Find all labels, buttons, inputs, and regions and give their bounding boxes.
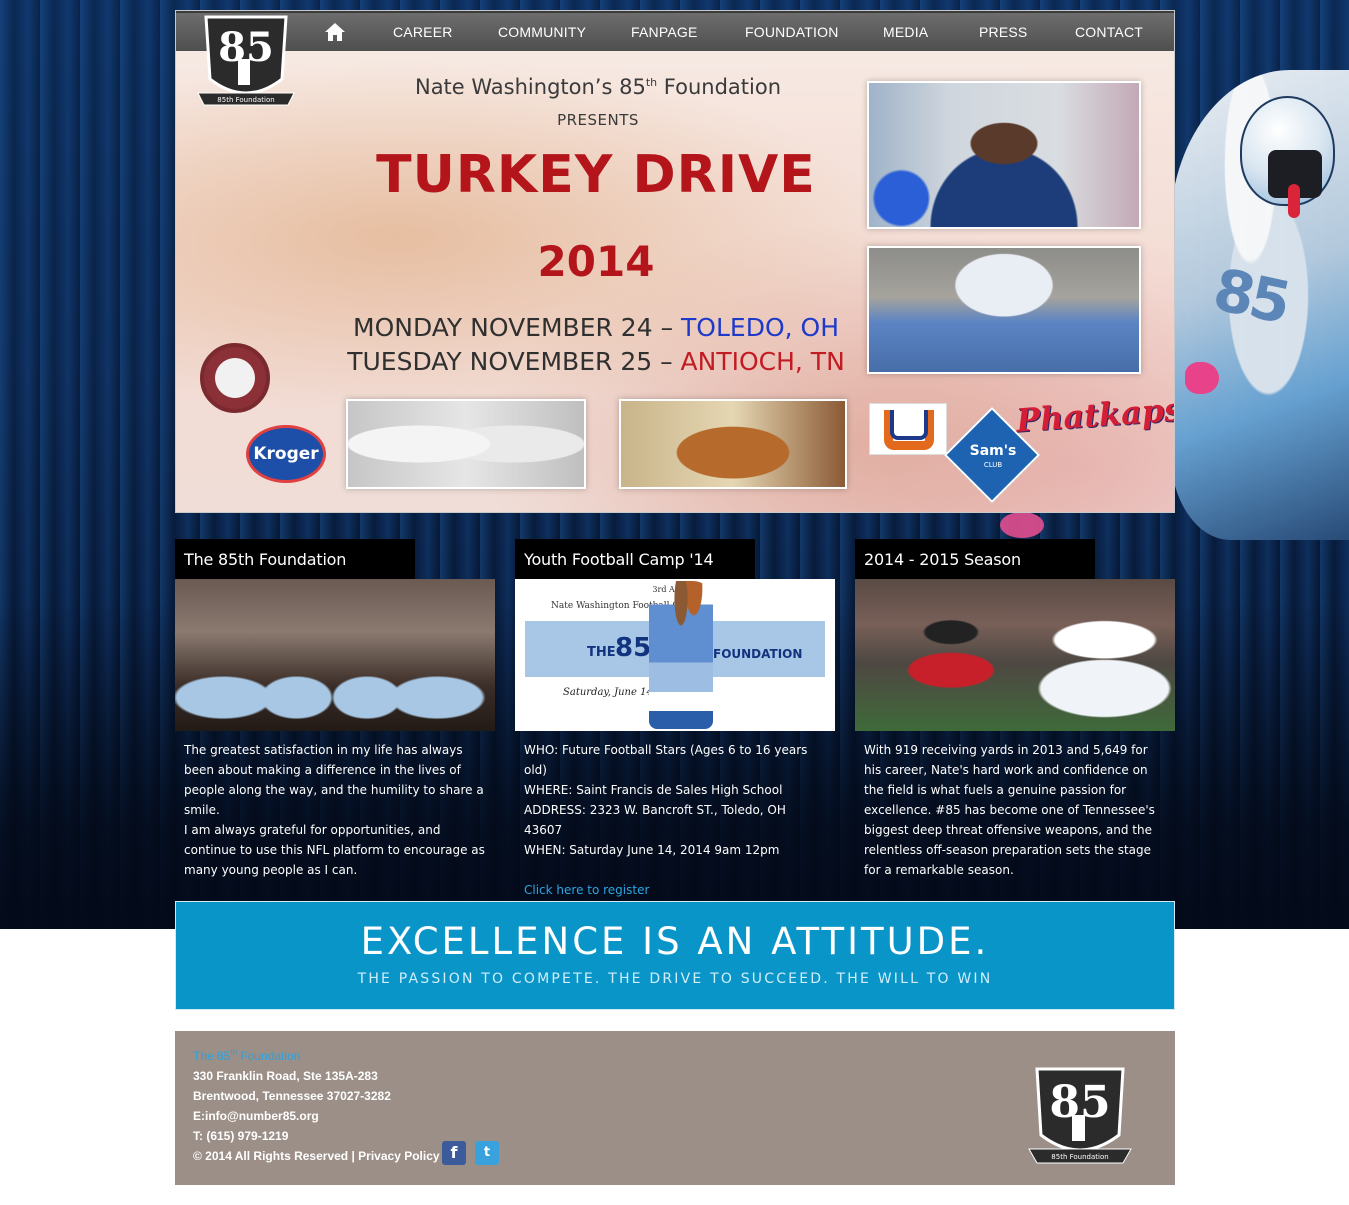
- player-jersey-number: 85: [1207, 255, 1293, 337]
- column-body: With 919 receiving yards in 2013 and 5,6…: [864, 743, 1155, 877]
- hero-presents: PRESENTS: [557, 111, 639, 129]
- nav-media[interactable]: MEDIA: [883, 24, 928, 40]
- home-icon[interactable]: [324, 22, 346, 42]
- footer-logo: 85 85th Foundation: [1028, 1067, 1132, 1164]
- footer-address-line2: Brentwood, Tennessee 37027-3282: [193, 1089, 391, 1103]
- column-heading: The 85th Foundation: [175, 539, 415, 579]
- hero-date-toledo: MONDAY NOVEMBER 24 – TOLEDO, OH: [353, 313, 839, 342]
- footer: The 85th Foundation 330 Franklin Road, S…: [175, 1031, 1175, 1185]
- footer-phone: T: (615) 979-1219: [193, 1129, 289, 1143]
- cartoon-player: [649, 581, 713, 729]
- nav-community[interactable]: COMMUNITY: [498, 24, 586, 40]
- nav-contact[interactable]: CONTACT: [1075, 24, 1143, 40]
- turkey-bags-photo: [346, 399, 586, 489]
- player-glove-lower: [1000, 512, 1044, 538]
- kroger-logo: Kroger: [246, 425, 326, 483]
- column-heading: Youth Football Camp '14: [515, 539, 755, 579]
- facebook-icon[interactable]: f: [442, 1141, 466, 1165]
- banner-subline: THE PASSION TO COMPETE. THE DRIVE TO SUC…: [357, 971, 993, 987]
- main-navigation: CAREER COMMUNITY FANPAGE FOUNDATION MEDI…: [176, 11, 1174, 51]
- nav-career[interactable]: CAREER: [393, 24, 453, 40]
- footer-email[interactable]: E:info@number85.org: [193, 1106, 440, 1126]
- privacy-policy-link[interactable]: | Privacy Policy: [351, 1149, 439, 1163]
- foundation-group-photo[interactable]: [175, 579, 495, 731]
- column-body: WHO: Future Football Stars (Ages 6 to 16…: [524, 743, 808, 897]
- nate-portrait-photo: [867, 81, 1141, 229]
- football-camp-column: Youth Football Camp '14 3rd Annual Nate …: [515, 539, 835, 900]
- svg-text:85th Foundation: 85th Foundation: [217, 96, 274, 104]
- player-glove: [1185, 362, 1219, 394]
- footer-rights: © 2014 All Rights Reserved: [193, 1149, 352, 1163]
- player-mouthguard: [1288, 184, 1300, 218]
- roast-turkey-photo: [619, 399, 847, 489]
- footer-address-line1: 330 Franklin Road, Ste 135A-283: [193, 1069, 378, 1083]
- season-game-photo[interactable]: [855, 579, 1175, 731]
- footer-legal: © 2014 All Rights Reserved | Privacy Pol…: [193, 1146, 440, 1166]
- hero-date-antioch: TUESDAY NOVEMBER 25 – ANTIOCH, TN: [347, 347, 845, 376]
- nav-fanpage[interactable]: FANPAGE: [631, 24, 698, 40]
- nav-foundation[interactable]: FOUNDATION: [745, 24, 839, 40]
- sams-club-subtext: CLUB: [983, 461, 1003, 469]
- university-logo: [869, 403, 947, 455]
- svg-text:85th Foundation: 85th Foundation: [1051, 1153, 1108, 1161]
- hero-banner: CAREER COMMUNITY FANPAGE FOUNDATION MEDI…: [175, 10, 1175, 513]
- hero-title: Nate Washington’s 85th Foundation: [414, 75, 782, 99]
- column-heading: 2014 - 2015 Season: [855, 539, 1095, 579]
- hero-year: 2014: [537, 237, 655, 286]
- season-column: 2014 - 2015 Season With 919 receiving ya…: [855, 539, 1175, 880]
- hero-headline: TURKEY DRIVE: [376, 145, 816, 205]
- excellence-banner: EXCELLENCE IS AN ATTITUDE. THE PASSION T…: [175, 901, 1175, 1010]
- sams-club-text: Sam's: [969, 443, 1017, 459]
- footer-org-name: The 85th Foundation: [193, 1048, 301, 1063]
- camp-flyer-image[interactable]: 3rd Annual Nate Washington Football Camp…: [515, 579, 835, 731]
- foundation-column: The 85th Foundation The greatest satisfa…: [175, 539, 495, 880]
- toledo-school-seal: [200, 343, 270, 413]
- nav-press[interactable]: PRESS: [979, 24, 1027, 40]
- footer-contact: The 85th Foundation 330 Franklin Road, S…: [193, 1043, 440, 1166]
- banner-headline: EXCELLENCE IS AN ATTITUDE.: [360, 920, 990, 963]
- volunteers-photo: [867, 246, 1141, 374]
- site-logo[interactable]: 85 85th Foundation: [196, 10, 296, 113]
- register-link[interactable]: Click here to register: [524, 883, 649, 897]
- twitter-icon[interactable]: t: [475, 1141, 499, 1165]
- column-body: The greatest satisfaction in my life has…: [184, 743, 485, 877]
